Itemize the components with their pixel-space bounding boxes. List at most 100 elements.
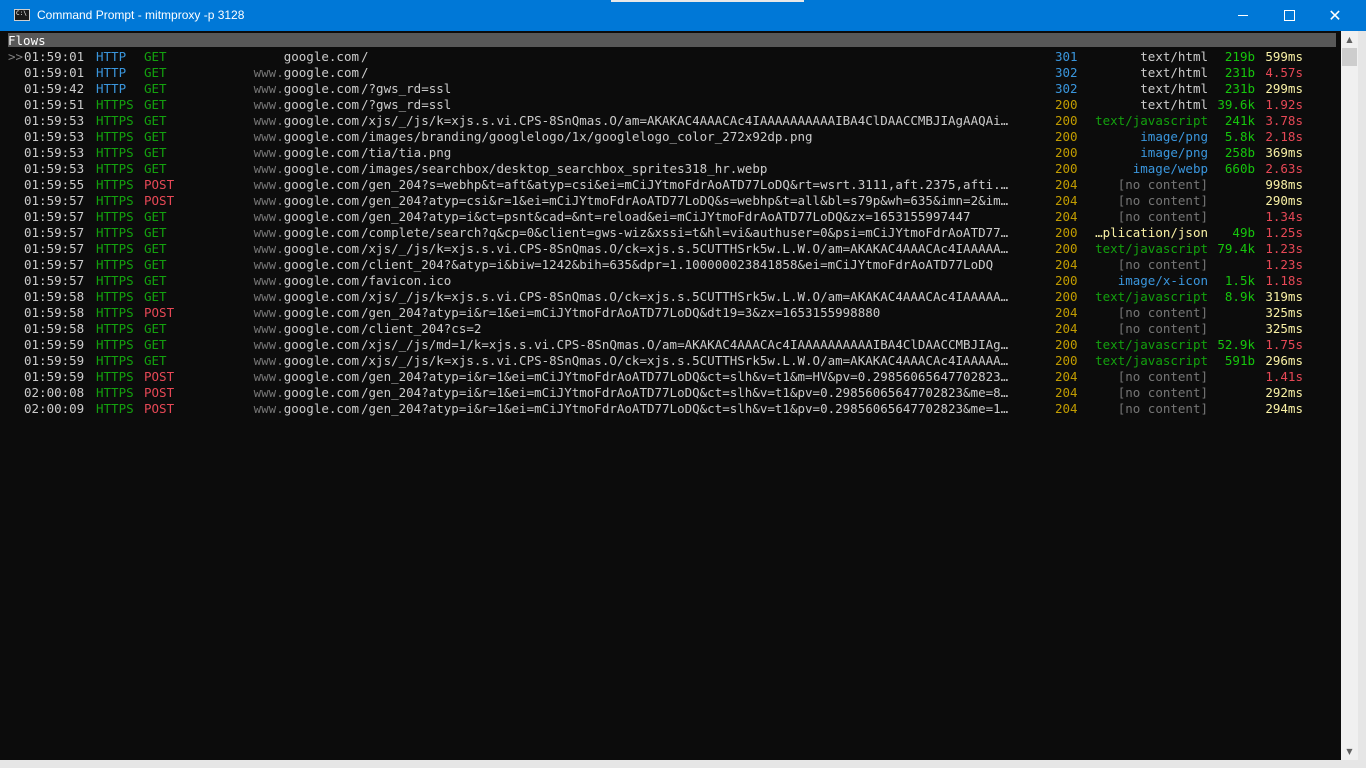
flow-row[interactable]: 01:59:53 HTTPS GET www.google.com/images/se… <box>8 161 1341 177</box>
title-bar[interactable]: Command Prompt - mitmproxy -p 3128 ✕ <box>0 0 1366 31</box>
flow-duration: 599ms <box>1265 49 1303 64</box>
flow-status-code: 302 <box>1055 81 1078 96</box>
flow-content-type: …plication/json <box>1095 225 1208 240</box>
flow-cursor: >> <box>8 49 24 64</box>
flow-duration: 369ms <box>1265 145 1303 160</box>
flow-path: /gen_204?atyp=i&r=1&ei=mCiJYtmoFdrAoATD7… <box>361 385 1009 400</box>
flow-row[interactable]: 01:59:59 HTTPS GET www.google.com/xjs/_/js/… <box>8 337 1341 353</box>
flow-method: GET <box>144 289 167 304</box>
flow-path: /gen_204?atyp=csi&r=1&ei=mCiJYtmoFdrAoAT… <box>361 193 1009 208</box>
flow-content-type: text/html <box>1140 81 1208 96</box>
flow-path: /xjs/_/js/k=xjs.s.vi.CPS-8SnQmas.O/ck=xj… <box>361 353 1009 368</box>
flow-duration: 1.41s <box>1265 369 1303 384</box>
flow-host-domain: google.com <box>283 305 359 320</box>
flow-status-code: 204 <box>1055 321 1078 336</box>
flow-size: 660b <box>1224 161 1255 176</box>
flow-row[interactable]: 01:59:53 HTTPS GET www.google.com/xjs/_/js/… <box>8 113 1341 129</box>
flow-path: /xjs/_/js/k=xjs.s.vi.CPS-8SnQmas.O/am=AK… <box>361 113 1009 128</box>
flow-row[interactable]: 01:59:57 HTTPS GET www.google.com/gen_204?a… <box>8 209 1341 225</box>
flow-time: 01:59:57 <box>24 257 85 272</box>
flow-duration: 1.18s <box>1265 273 1303 288</box>
flow-row[interactable]: 02:00:09 HTTPS POST www.google.com/gen_204?… <box>8 401 1341 417</box>
flow-scheme: HTTP <box>96 49 127 64</box>
flow-row[interactable]: 01:59:59 HTTPS POST www.google.com/gen_204?… <box>8 369 1341 385</box>
flow-status-code: 200 <box>1055 161 1078 176</box>
flow-path: /tia/tia.png <box>361 145 452 160</box>
flow-status-code: 204 <box>1055 193 1078 208</box>
flow-host: www.google.com <box>254 289 359 305</box>
flow-row[interactable]: 01:59:51 HTTPS GET www.google.com/?gws_rd=s… <box>8 97 1341 113</box>
maximize-button[interactable] <box>1266 0 1312 31</box>
flow-status-code: 200 <box>1055 289 1078 304</box>
flow-size: 39.6k <box>1217 97 1255 112</box>
scrollbar-thumb[interactable] <box>1342 48 1357 66</box>
flow-method: GET <box>144 97 167 112</box>
flow-host: www.google.com <box>254 161 359 177</box>
flow-row[interactable]: 01:59:57 HTTPS GET www.google.com/complete/… <box>8 225 1341 241</box>
flow-host-domain: google.com <box>283 97 359 112</box>
flow-row[interactable]: 01:59:01 HTTP GET www.google.com/ 302 text/ht… <box>8 65 1341 81</box>
flow-path: / <box>361 65 369 80</box>
flow-row[interactable]: 01:59:58 HTTPS GET www.google.com/client_20… <box>8 321 1341 337</box>
flow-host-domain: google.com <box>283 225 359 240</box>
flow-time: 02:00:09 <box>24 401 85 416</box>
flow-path: /client_204?&atyp=i&biw=1242&bih=635&dpr… <box>361 257 994 272</box>
flow-row[interactable]: 01:59:57 HTTPS GET www.google.com/client_20… <box>8 257 1341 273</box>
flow-row[interactable]: 01:59:58 HTTPS GET www.google.com/xjs/_/js/… <box>8 289 1341 305</box>
flow-row[interactable]: >> 01:59:01 HTTP GET google.com/ 301 text/html… <box>8 49 1341 65</box>
console-area[interactable]: Flows >> 01:59:01 HTTP GET google.com/301 tex… <box>8 31 1341 760</box>
flow-row[interactable]: 01:59:53 HTTPS GET www.google.com/images/br… <box>8 129 1341 145</box>
vertical-scrollbar[interactable]: ▲ ▼ <box>1341 31 1358 760</box>
flow-host-domain: google.com <box>283 193 359 208</box>
flow-time: 02:00:08 <box>24 385 85 400</box>
flow-host-domain: google.com <box>283 113 359 128</box>
flow-row[interactable]: 01:59:58 HTTPS POST www.google.com/gen_204?… <box>8 305 1341 321</box>
flow-row[interactable]: 02:00:08 HTTPS POST www.google.com/gen_204?… <box>8 385 1341 401</box>
flow-host-subdomain: www. <box>253 353 284 368</box>
flow-status-code: 200 <box>1055 273 1078 288</box>
flow-content-type: image/x-icon <box>1117 273 1208 288</box>
flow-size: 49b <box>1232 225 1255 240</box>
flow-time: 01:59:57 <box>24 241 85 256</box>
scroll-up-icon[interactable]: ▲ <box>1341 31 1358 48</box>
flow-method: GET <box>144 113 167 128</box>
flow-content-type: text/javascript <box>1095 337 1208 352</box>
flow-row[interactable]: 01:59:57 HTTPS GET www.google.com/favicon.i… <box>8 273 1341 289</box>
flow-content-type: text/javascript <box>1095 353 1208 368</box>
flow-row[interactable]: 01:59:42 HTTP GET www.google.com/?gws_rd=ss… <box>8 81 1341 97</box>
flow-content-type: [no content] <box>1117 257 1208 272</box>
flow-scheme: HTTPS <box>96 353 134 368</box>
flow-scheme: HTTP <box>96 81 127 96</box>
flow-status-code: 204 <box>1055 257 1078 272</box>
flow-method: POST <box>144 385 175 400</box>
minimize-button[interactable] <box>1220 0 1266 31</box>
flow-row[interactable]: 01:59:53 HTTPS GET www.google.com/tia/tia.p… <box>8 145 1341 161</box>
flow-host: www.google.com <box>254 225 359 241</box>
scroll-down-icon[interactable]: ▼ <box>1341 743 1358 760</box>
flow-host-domain: google.com <box>283 177 359 192</box>
window-right-edge <box>1358 31 1366 768</box>
flow-duration: 325ms <box>1265 305 1303 320</box>
flow-row[interactable]: 01:59:57 HTTPS GET www.google.com/xjs/_/js/… <box>8 241 1341 257</box>
close-button[interactable]: ✕ <box>1312 0 1358 31</box>
flow-method: GET <box>144 353 167 368</box>
flow-host: www.google.com <box>254 401 359 417</box>
flows-header: Flows <box>8 33 1336 48</box>
flow-content-type: [no content] <box>1117 369 1208 384</box>
window-title: Command Prompt - mitmproxy -p 3128 <box>37 8 245 22</box>
flow-scheme: HTTPS <box>96 321 134 336</box>
flow-host: google.com <box>284 49 359 65</box>
flow-row[interactable]: 01:59:55 HTTPS POST www.google.com/gen_204?… <box>8 177 1341 193</box>
flow-host-subdomain: www. <box>253 369 284 384</box>
flow-row[interactable]: 01:59:59 HTTPS GET www.google.com/xjs/_/js/… <box>8 353 1341 369</box>
flow-host-domain: google.com <box>283 81 359 96</box>
flow-time: 01:59:59 <box>24 369 85 384</box>
flow-content-type: [no content] <box>1117 177 1208 192</box>
flow-host-domain: google.com <box>283 385 359 400</box>
flow-row[interactable]: 01:59:57 HTTPS POST www.google.com/gen_204?… <box>8 193 1341 209</box>
flow-list[interactable]: >> 01:59:01 HTTP GET google.com/301 text/html… <box>8 49 1341 417</box>
title-bar-highlight <box>611 0 804 2</box>
flow-host-subdomain: www. <box>253 177 284 192</box>
flow-status-code: 200 <box>1055 337 1078 352</box>
flow-host-subdomain: www. <box>253 273 284 288</box>
